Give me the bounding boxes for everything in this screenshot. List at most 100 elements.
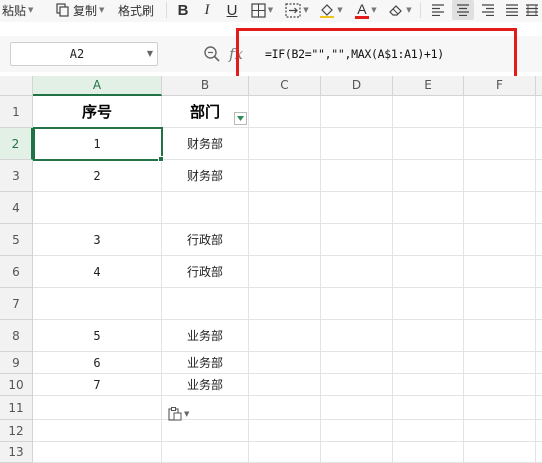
cell-d3[interactable]	[321, 160, 393, 192]
cell-a7[interactable]	[33, 288, 162, 320]
cell-d10[interactable]	[321, 374, 393, 396]
cell-d12[interactable]	[321, 420, 393, 442]
cell-g11[interactable]	[536, 396, 542, 420]
cell-b5[interactable]: 行政部	[162, 224, 249, 256]
cell-c3[interactable]	[249, 160, 321, 192]
cell-e2[interactable]	[393, 128, 464, 160]
clear-button[interactable]: ▼	[385, 0, 415, 20]
cell-b10[interactable]: 业务部	[162, 374, 249, 396]
cell-b2[interactable]: 财务部	[162, 128, 249, 160]
cell-g4[interactable]	[536, 192, 542, 224]
cell-b6[interactable]: 行政部	[162, 256, 249, 288]
cell-g8[interactable]	[536, 320, 542, 352]
format-painter-button[interactable]: 格式刷	[118, 0, 154, 20]
border-button[interactable]: ▼	[249, 0, 275, 20]
justify-button[interactable]	[502, 0, 522, 20]
cell-e3[interactable]	[393, 160, 464, 192]
cell-g6[interactable]	[536, 256, 542, 288]
cell-b3[interactable]: 财务部	[162, 160, 249, 192]
fill-handle[interactable]	[158, 156, 164, 162]
cell-d8[interactable]	[321, 320, 393, 352]
cell-g3[interactable]	[536, 160, 542, 192]
filter-dropdown-button[interactable]	[234, 112, 247, 125]
cell-f4[interactable]	[464, 192, 536, 224]
cell-c13[interactable]	[249, 442, 321, 463]
cell-b13[interactable]	[162, 442, 249, 463]
row-header-5[interactable]: 5	[0, 224, 33, 256]
cell-f7[interactable]	[464, 288, 536, 320]
column-header-f[interactable]: F	[464, 76, 536, 96]
merge-button[interactable]: ▼	[282, 0, 312, 20]
cell-e13[interactable]	[393, 442, 464, 463]
cell-e11[interactable]	[393, 396, 464, 420]
row-header-1[interactable]: 1	[0, 96, 33, 128]
cell-f1[interactable]	[464, 96, 536, 128]
distributed-align-button[interactable]	[524, 0, 540, 20]
column-header-b[interactable]: B	[162, 76, 249, 96]
cell-a6[interactable]: 4	[33, 256, 162, 288]
select-all-corner[interactable]	[0, 76, 33, 96]
column-header-a[interactable]: A	[33, 76, 162, 96]
cell-g13[interactable]	[536, 442, 542, 463]
cell-e6[interactable]	[393, 256, 464, 288]
align-left-button[interactable]	[428, 0, 448, 20]
column-header-e[interactable]: E	[393, 76, 464, 96]
paste-options-button[interactable]: ▼	[168, 405, 196, 423]
row-header-9[interactable]: 9	[0, 352, 33, 374]
cell-b12[interactable]	[162, 420, 249, 442]
cell-d5[interactable]	[321, 224, 393, 256]
font-color-button[interactable]: A ▼	[351, 0, 381, 20]
cell-d1[interactable]	[321, 96, 393, 128]
italic-button[interactable]: I	[199, 0, 215, 20]
fx-button[interactable]: fx	[229, 42, 243, 66]
cell-c9[interactable]	[249, 352, 321, 374]
cell-f3[interactable]	[464, 160, 536, 192]
cell-c11[interactable]	[249, 396, 321, 420]
cell-c2[interactable]	[249, 128, 321, 160]
cell-g1[interactable]	[536, 96, 542, 128]
row-header-8[interactable]: 8	[0, 320, 33, 352]
cell-f2[interactable]	[464, 128, 536, 160]
cell-c7[interactable]	[249, 288, 321, 320]
cell-c4[interactable]	[249, 192, 321, 224]
cell-c1[interactable]	[249, 96, 321, 128]
cell-g2[interactable]	[536, 128, 542, 160]
row-header-12[interactable]: 12	[0, 420, 33, 442]
cell-f11[interactable]	[464, 396, 536, 420]
cell-f8[interactable]	[464, 320, 536, 352]
column-header-g[interactable]	[536, 76, 542, 96]
cell-g7[interactable]	[536, 288, 542, 320]
cell-c6[interactable]	[249, 256, 321, 288]
cell-g12[interactable]	[536, 420, 542, 442]
cell-a12[interactable]	[33, 420, 162, 442]
underline-button[interactable]: U	[223, 0, 241, 20]
cell-g5[interactable]	[536, 224, 542, 256]
cell-d4[interactable]	[321, 192, 393, 224]
align-center-button[interactable]	[452, 0, 474, 20]
row-header-2[interactable]: 2	[0, 128, 33, 160]
cell-e8[interactable]	[393, 320, 464, 352]
cell-e7[interactable]	[393, 288, 464, 320]
row-header-10[interactable]: 10	[0, 374, 33, 396]
column-header-c[interactable]: C	[249, 76, 321, 96]
cell-c8[interactable]	[249, 320, 321, 352]
row-header-7[interactable]: 7	[0, 288, 33, 320]
cell-f13[interactable]	[464, 442, 536, 463]
row-header-11[interactable]: 11	[0, 396, 33, 420]
row-header-13[interactable]: 13	[0, 442, 33, 463]
cell-e4[interactable]	[393, 192, 464, 224]
cell-e9[interactable]	[393, 352, 464, 374]
cell-d11[interactable]	[321, 396, 393, 420]
cell-a9[interactable]: 6	[33, 352, 162, 374]
cell-a3[interactable]: 2	[33, 160, 162, 192]
align-right-button[interactable]	[478, 0, 498, 20]
copy-button[interactable]: 复制 ▼	[56, 0, 104, 20]
cell-a5[interactable]: 3	[33, 224, 162, 256]
cell-e1[interactable]	[393, 96, 464, 128]
cell-b7[interactable]	[162, 288, 249, 320]
formula-input[interactable]: =IF(B2="","",MAX(A$1:A1)+1)	[265, 42, 444, 66]
cell-a2[interactable]: 1	[33, 128, 162, 160]
row-header-3[interactable]: 3	[0, 160, 33, 192]
cell-f12[interactable]	[464, 420, 536, 442]
fill-color-button[interactable]: ▼	[316, 0, 346, 20]
